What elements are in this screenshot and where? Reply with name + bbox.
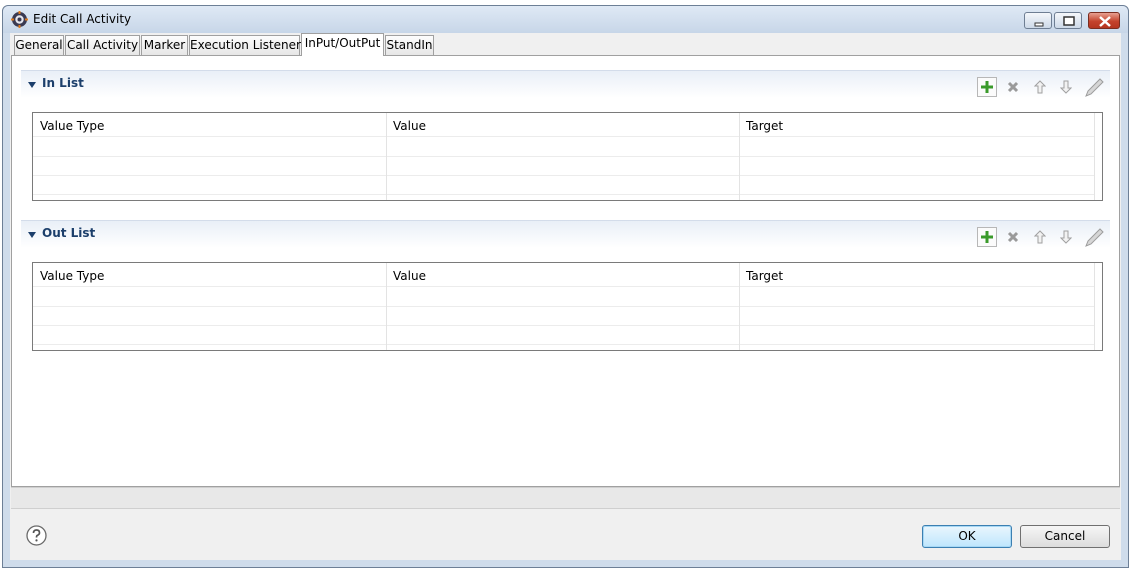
column-header-value[interactable]: Value <box>393 269 426 283</box>
add-icon <box>981 81 993 93</box>
move-down-icon <box>1060 80 1072 94</box>
out-list-move-up-button[interactable] <box>1030 227 1050 247</box>
header-divider <box>33 286 1094 287</box>
in-list-table[interactable]: Value Type Value Target <box>32 112 1103 201</box>
column-divider <box>1094 113 1095 200</box>
in-list-title: In List <box>42 76 84 90</box>
tab-page-input-output: In List Value Type Value Target Out List <box>11 55 1120 487</box>
maximize-button[interactable] <box>1054 12 1082 29</box>
tab-general[interactable]: General <box>14 35 64 55</box>
column-divider <box>1094 263 1095 350</box>
out-list-move-down-button[interactable] <box>1056 227 1076 247</box>
column-header-value[interactable]: Value <box>393 119 426 133</box>
tab-marker[interactable]: Marker <box>141 35 188 55</box>
minimize-button[interactable] <box>1024 12 1052 29</box>
in-list-move-down-button[interactable] <box>1056 77 1076 97</box>
restore-icon <box>1063 16 1075 26</box>
row-divider <box>33 325 1094 326</box>
out-list-table[interactable]: Value Type Value Target <box>32 262 1103 351</box>
in-list-section-header[interactable]: In List <box>21 70 1110 98</box>
in-list-delete-button[interactable] <box>1003 77 1023 97</box>
in-list-move-up-button[interactable] <box>1030 77 1050 97</box>
column-divider <box>739 263 740 350</box>
edit-icon <box>1085 228 1104 247</box>
close-button[interactable] <box>1088 12 1120 29</box>
tab-standin[interactable]: StandIn <box>385 35 434 55</box>
tab-call-activity[interactable]: Call Activity <box>65 35 140 55</box>
delete-icon <box>1007 81 1019 93</box>
move-up-icon <box>1034 80 1046 94</box>
column-header-target[interactable]: Target <box>746 269 783 283</box>
move-up-icon <box>1034 230 1046 244</box>
row-divider <box>33 194 1094 195</box>
edit-icon <box>1085 78 1104 97</box>
ok-button[interactable]: OK <box>922 525 1012 548</box>
help-icon[interactable] <box>26 525 47 546</box>
column-header-value-type[interactable]: Value Type <box>40 119 104 133</box>
out-list-delete-button[interactable] <box>1003 227 1023 247</box>
out-list-title: Out List <box>42 226 96 240</box>
column-header-target[interactable]: Target <box>746 119 783 133</box>
app-icon <box>11 11 28 28</box>
header-divider <box>33 136 1094 137</box>
window-title: Edit Call Activity <box>33 12 132 26</box>
column-header-value-type[interactable]: Value Type <box>40 269 104 283</box>
out-list-add-button[interactable] <box>977 227 997 247</box>
title-bar[interactable] <box>3 6 1128 33</box>
row-divider <box>33 175 1094 176</box>
expand-twisty-icon[interactable] <box>28 82 36 88</box>
out-list-section-header[interactable]: Out List <box>21 220 1110 248</box>
delete-icon <box>1007 231 1019 243</box>
column-divider <box>739 113 740 200</box>
cancel-button[interactable]: Cancel <box>1020 525 1110 548</box>
status-bar <box>11 487 1120 509</box>
minimize-icon <box>1034 22 1044 27</box>
move-down-icon <box>1060 230 1072 244</box>
expand-twisty-icon[interactable] <box>28 232 36 238</box>
column-divider <box>386 113 387 200</box>
column-divider <box>386 263 387 350</box>
row-divider <box>33 156 1094 157</box>
tab-input-output[interactable]: InPut/OutPut <box>301 33 384 56</box>
row-divider <box>33 344 1094 345</box>
in-list-edit-button[interactable] <box>1082 76 1106 98</box>
add-icon <box>981 231 993 243</box>
in-list-add-button[interactable] <box>977 77 997 97</box>
close-icon <box>1099 16 1111 27</box>
row-divider <box>33 306 1094 307</box>
out-list-edit-button[interactable] <box>1082 226 1106 248</box>
tab-execution-listeners[interactable]: Execution Listeners <box>189 35 307 55</box>
